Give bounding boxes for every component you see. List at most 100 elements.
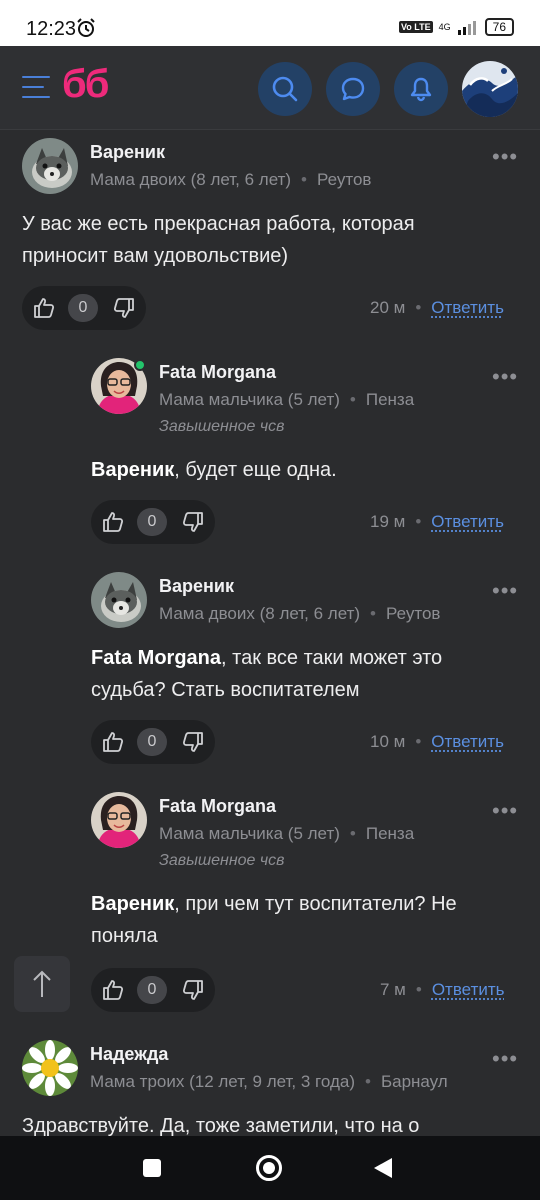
- time-ago: 7 м: [380, 980, 406, 999]
- scroll-to-top-button[interactable]: [14, 956, 70, 1012]
- time-ago: 19 м: [370, 512, 406, 531]
- avatar[interactable]: [91, 792, 147, 848]
- author-family: Мама двоих (8 лет, 6 лет): [159, 604, 361, 623]
- more-options-icon[interactable]: •••: [492, 144, 518, 170]
- author-family: Мама мальчика (5 лет): [159, 824, 340, 843]
- reply-link[interactable]: Ответить: [431, 732, 504, 751]
- network-type: 4G: [438, 22, 451, 32]
- menu-icon[interactable]: [22, 76, 50, 100]
- messages-button[interactable]: [326, 62, 380, 116]
- thumbs-up-icon[interactable]: [101, 510, 125, 534]
- vote-count: 0: [137, 728, 167, 756]
- comment-meta: Мама двоих (8 лет, 6 лет) • Реутов: [159, 604, 441, 623]
- comment-author[interactable]: Надежда: [90, 1044, 168, 1065]
- bell-icon: [410, 77, 432, 102]
- user-avatar[interactable]: [462, 61, 518, 117]
- thumbs-down-icon[interactable]: [181, 978, 205, 1002]
- alarm-icon: [77, 18, 95, 37]
- comment-text: У вас же есть прекрасная работа, которая…: [22, 213, 415, 267]
- comment-meta: Мама двоих (8 лет, 6 лет) • Реутов: [90, 170, 372, 189]
- chat-icon: [341, 77, 365, 101]
- comment: Fata Morgana Мама мальчика (5 лет) • Пенза…: [91, 792, 518, 1022]
- reply-link[interactable]: Ответить: [432, 980, 505, 999]
- vote-count: 0: [137, 508, 167, 536]
- comment-text: Вареник, при чем тут воспитатели? Не пон…: [91, 888, 511, 952]
- battery-level: 76: [484, 18, 514, 36]
- volte-indicator: Vo LTE: [398, 21, 433, 33]
- author-family: Мама двоих (8 лет, 6 лет): [90, 170, 292, 189]
- signal-icon: [457, 21, 476, 35]
- time-ago: 20 м: [370, 298, 406, 317]
- author-city: Реутов: [317, 170, 372, 189]
- search-icon: [272, 76, 298, 102]
- author-city: Барнаул: [380, 1072, 448, 1091]
- vote-controls: 0: [91, 720, 215, 764]
- vote-controls: 0: [91, 500, 215, 544]
- reply-link[interactable]: Ответить: [431, 298, 504, 317]
- user-status: Завышенное чсв: [159, 852, 285, 869]
- mention[interactable]: Вареник: [91, 459, 174, 481]
- comment-text: Вареник, будет еще одна.: [91, 454, 511, 486]
- thumbs-down-icon[interactable]: [112, 296, 136, 320]
- app-header: бб: [0, 46, 540, 130]
- daisy-avatar-image: [22, 1040, 78, 1096]
- author-family: Мама троих (12 лет, 9 лет, 3 года): [90, 1072, 355, 1091]
- vote-count: 0: [137, 976, 167, 1004]
- user-status: Завышенное чсв: [159, 418, 285, 435]
- more-options-icon[interactable]: •••: [492, 798, 518, 824]
- comment-time: 19 м • Ответить: [370, 512, 504, 531]
- home-button[interactable]: [256, 1155, 282, 1181]
- reply-link[interactable]: Ответить: [431, 512, 504, 531]
- mention[interactable]: Fata Morgana: [91, 647, 221, 669]
- comment: Надежда Мама троих (12 лет, 9 лет, 3 год…: [22, 1040, 518, 1136]
- comment-author[interactable]: Вареник: [90, 142, 165, 163]
- wave-painting-image: [462, 61, 518, 117]
- time-ago: 10 м: [370, 732, 406, 751]
- avatar[interactable]: [22, 1040, 78, 1096]
- status-time: 12:23: [26, 18, 77, 40]
- comment-text: Fata Morgana, так все таки может это суд…: [91, 642, 511, 706]
- online-indicator: [134, 359, 146, 371]
- comment-author[interactable]: Вареник: [159, 576, 234, 597]
- thumbs-down-icon[interactable]: [181, 510, 205, 534]
- comment: Вареник Мама двоих (8 лет, 6 лет) • Реутов…: [91, 572, 518, 772]
- thumbs-up-icon[interactable]: [101, 978, 125, 1002]
- arrow-up-icon: [33, 970, 51, 997]
- avatar[interactable]: [22, 138, 78, 194]
- comment-author[interactable]: Fata Morgana: [159, 362, 276, 383]
- status-bar: 12:23 Vo LTE 4G 76: [0, 0, 540, 46]
- mention[interactable]: Вареник: [91, 893, 174, 915]
- comment-time: 20 м • Ответить: [370, 298, 504, 317]
- thumbs-down-icon[interactable]: [181, 730, 205, 754]
- vote-controls: 0: [22, 286, 146, 330]
- comment-body: , будет еще одна.: [174, 459, 337, 481]
- recent-apps-button[interactable]: [143, 1159, 161, 1177]
- more-options-icon[interactable]: •••: [492, 578, 518, 604]
- site-logo[interactable]: бб: [62, 62, 109, 107]
- comment-meta: Мама мальчика (5 лет) • Пенза: [159, 824, 415, 843]
- woman-avatar-image: [91, 792, 147, 848]
- comment-time: 7 м • Ответить: [380, 980, 505, 999]
- author-family: Мама мальчика (5 лет): [159, 390, 340, 409]
- more-options-icon[interactable]: •••: [492, 1046, 518, 1072]
- comment-meta: Мама троих (12 лет, 9 лет, 3 года) • Барна…: [90, 1072, 448, 1091]
- notifications-button[interactable]: [394, 62, 448, 116]
- comment: Вареник Мама двоих (8 лет, 6 лет) • Реутов…: [22, 138, 518, 338]
- thumbs-up-icon[interactable]: [101, 730, 125, 754]
- vote-count: 0: [68, 294, 98, 322]
- search-button[interactable]: [258, 62, 312, 116]
- cat-avatar-image: [22, 138, 78, 194]
- back-button[interactable]: [374, 1158, 392, 1178]
- system-navigation-bar: [0, 1136, 540, 1200]
- comment-meta: Мама мальчика (5 лет) • Пенза: [159, 390, 415, 409]
- comment-author[interactable]: Fata Morgana: [159, 796, 276, 817]
- vote-controls: 0: [91, 968, 215, 1012]
- more-options-icon[interactable]: •••: [492, 364, 518, 390]
- avatar[interactable]: [91, 572, 147, 628]
- author-city: Реутов: [386, 604, 441, 623]
- cat-avatar-image: [91, 572, 147, 628]
- author-city: Пенза: [365, 390, 415, 409]
- comment-time: 10 м • Ответить: [370, 732, 504, 751]
- thumbs-up-icon[interactable]: [32, 296, 56, 320]
- comment-text: Здравствуйте. Да, тоже заметили, что на …: [22, 1115, 420, 1136]
